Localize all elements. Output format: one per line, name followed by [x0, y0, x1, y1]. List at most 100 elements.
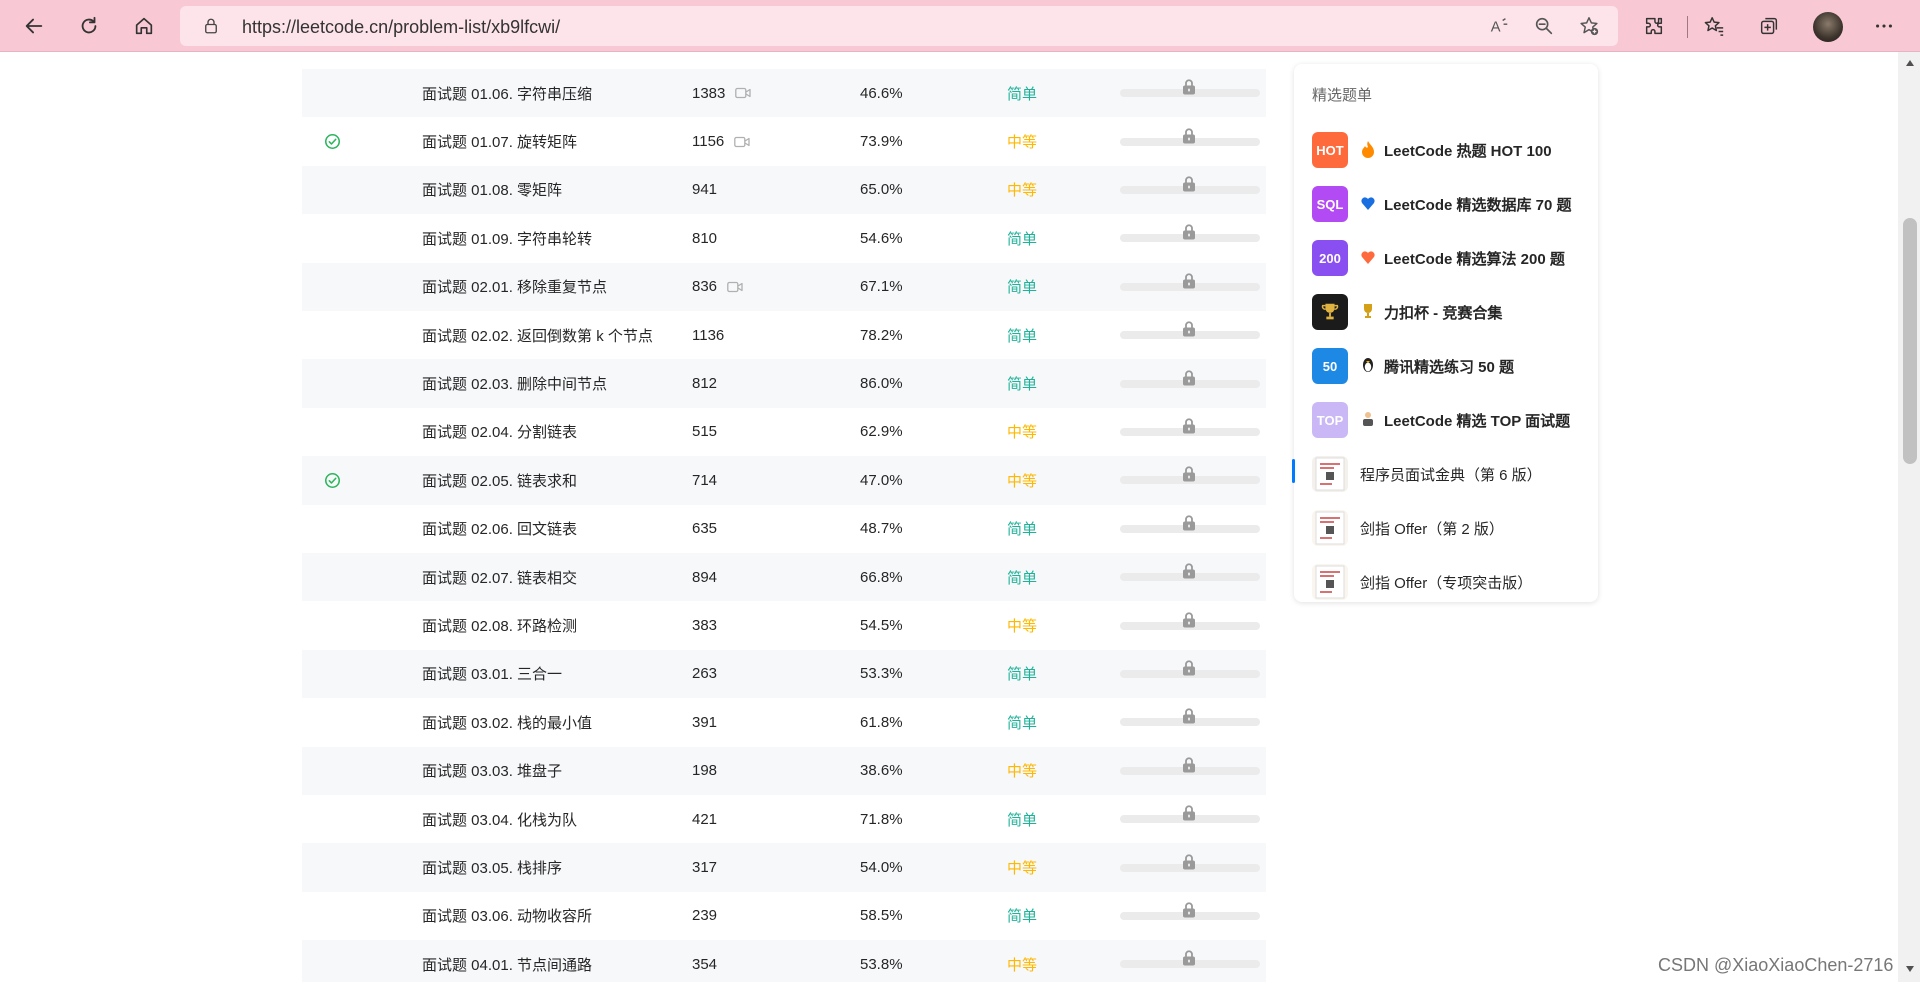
solutions-cell[interactable]: 239: [692, 892, 717, 940]
problem-title-link[interactable]: 面试题 02.08. 环路检测: [422, 601, 577, 649]
table-row[interactable]: 面试题 03.03. 堆盘子 198 38.6% 中等: [302, 746, 1266, 795]
solution-count[interactable]: 391: [692, 714, 717, 731]
solutions-cell[interactable]: 383: [692, 601, 717, 649]
featured-list-item[interactable]: 剑指 Offer（第 2 版）: [1294, 499, 1598, 553]
frequency-cell[interactable]: [1120, 69, 1260, 117]
frequency-cell[interactable]: [1120, 650, 1260, 698]
solutions-cell[interactable]: 941: [692, 166, 717, 214]
lock-icon[interactable]: [1180, 562, 1198, 580]
lock-icon[interactable]: [1180, 804, 1198, 822]
problem-title-link[interactable]: 面试题 02.04. 分割链表: [422, 408, 577, 456]
lock-icon[interactable]: [1180, 853, 1198, 871]
solutions-cell[interactable]: 391: [692, 698, 717, 746]
list-label[interactable]: 力扣杯 - 竞赛合集: [1384, 302, 1502, 323]
refresh-button[interactable]: [71, 8, 107, 44]
problem-title-link[interactable]: 面试题 03.02. 栈的最小值: [422, 698, 592, 746]
solution-count[interactable]: 198: [692, 762, 717, 779]
solutions-cell[interactable]: 354: [692, 940, 717, 982]
problem-title-link[interactable]: 面试题 01.09. 字符串轮转: [422, 214, 592, 262]
problem-title-link[interactable]: 面试题 03.04. 化栈为队: [422, 795, 577, 843]
frequency-cell[interactable]: [1120, 601, 1260, 649]
frequency-cell[interactable]: [1120, 456, 1260, 504]
frequency-cell[interactable]: [1120, 505, 1260, 553]
lock-icon[interactable]: [1180, 465, 1198, 483]
solution-count[interactable]: 1383: [692, 85, 725, 102]
table-row[interactable]: 面试题 02.01. 移除重复节点 836 67.1% 简单: [302, 262, 1266, 311]
problem-title-link[interactable]: 面试题 02.06. 回文链表: [422, 505, 577, 553]
solutions-cell[interactable]: 198: [692, 747, 717, 795]
problem-title-link[interactable]: 面试题 02.07. 链表相交: [422, 553, 577, 601]
problem-title-link[interactable]: 面试题 02.02. 返回倒数第 k 个节点: [422, 311, 653, 359]
solutions-cell[interactable]: 812: [692, 359, 717, 407]
list-label[interactable]: LeetCode 热题 HOT 100: [1384, 140, 1552, 161]
problem-title-link[interactable]: 面试题 03.03. 堆盘子: [422, 747, 562, 795]
problem-title-link[interactable]: 面试题 01.07. 旋转矩阵: [422, 117, 577, 165]
video-icon[interactable]: [727, 281, 743, 293]
table-row[interactable]: 面试题 04.01. 节点间通路 354 53.8% 中等: [302, 940, 1266, 982]
frequency-cell[interactable]: [1120, 214, 1260, 262]
problem-title-link[interactable]: 面试题 01.06. 字符串压缩: [422, 69, 592, 117]
solution-count[interactable]: 515: [692, 423, 717, 440]
problem-title-link[interactable]: 面试题 01.08. 零矩阵: [422, 166, 562, 214]
solution-count[interactable]: 383: [692, 617, 717, 634]
solution-count[interactable]: 1156: [692, 133, 724, 150]
lock-icon[interactable]: [1180, 369, 1198, 387]
collections-button[interactable]: [1751, 8, 1787, 44]
favorite-add-icon[interactable]: [1578, 15, 1600, 37]
featured-list-item[interactable]: TOP LeetCode 精选 TOP 面试题: [1294, 391, 1598, 445]
table-row[interactable]: 面试题 02.08. 环路检测 383 54.5% 中等: [302, 601, 1266, 649]
solution-count[interactable]: 1136: [692, 327, 724, 344]
solution-count[interactable]: 317: [692, 859, 717, 876]
solutions-cell[interactable]: 894: [692, 553, 717, 601]
video-icon[interactable]: [734, 136, 750, 148]
lock-icon[interactable]: [1180, 707, 1198, 725]
zoom-out-icon[interactable]: [1533, 15, 1555, 37]
settings-menu-button[interactable]: [1866, 8, 1902, 44]
address-bar[interactable]: https://leetcode.cn/problem-list/xb9lfcw…: [180, 6, 1618, 46]
read-aloud-icon[interactable]: A: [1488, 15, 1510, 37]
table-row[interactable]: 面试题 03.06. 动物收容所 239 58.5% 简单: [302, 892, 1266, 940]
lock-icon[interactable]: [1180, 320, 1198, 338]
problem-title-link[interactable]: 面试题 04.01. 节点间通路: [422, 940, 592, 982]
list-label[interactable]: 程序员面试金典（第 6 版）: [1360, 464, 1542, 485]
table-row[interactable]: 面试题 01.06. 字符串压缩 1383 46.6% 简单: [302, 69, 1266, 118]
frequency-cell[interactable]: [1120, 311, 1260, 359]
lock-icon[interactable]: [1180, 272, 1198, 290]
table-row[interactable]: 面试题 02.03. 删除中间节点 812 86.0% 简单: [302, 359, 1266, 408]
table-row[interactable]: 面试题 02.07. 链表相交 894 66.8% 简单: [302, 553, 1266, 602]
problem-title-link[interactable]: 面试题 03.01. 三合一: [422, 650, 562, 698]
problem-title-link[interactable]: 面试题 02.03. 删除中间节点: [422, 359, 607, 407]
solution-count[interactable]: 239: [692, 907, 717, 924]
lock-icon[interactable]: [1180, 223, 1198, 241]
list-label[interactable]: LeetCode 精选算法 200 题: [1384, 248, 1565, 269]
lock-icon[interactable]: [1180, 659, 1198, 677]
table-row[interactable]: 面试题 03.05. 栈排序 317 54.0% 中等: [302, 843, 1266, 892]
solution-count[interactable]: 894: [692, 569, 717, 586]
favorites-button[interactable]: [1696, 8, 1732, 44]
list-label[interactable]: LeetCode 精选 TOP 面试题: [1384, 410, 1570, 431]
list-label[interactable]: 剑指 Offer（第 2 版）: [1360, 518, 1504, 539]
problem-title-link[interactable]: 面试题 03.06. 动物收容所: [422, 892, 592, 940]
solutions-cell[interactable]: 635: [692, 505, 717, 553]
solution-count[interactable]: 354: [692, 956, 717, 973]
video-icon[interactable]: [735, 87, 752, 99]
solutions-cell[interactable]: 421: [692, 795, 717, 843]
solution-count[interactable]: 421: [692, 811, 717, 828]
solutions-cell[interactable]: 317: [692, 843, 717, 891]
solution-count[interactable]: 836: [692, 278, 717, 295]
frequency-cell[interactable]: [1120, 698, 1260, 746]
solutions-cell[interactable]: 263: [692, 650, 717, 698]
frequency-cell[interactable]: [1120, 117, 1260, 165]
table-row[interactable]: 面试题 03.02. 栈的最小值 391 61.8% 简单: [302, 698, 1266, 746]
lock-icon[interactable]: [1180, 127, 1198, 145]
table-row[interactable]: 面试题 01.09. 字符串轮转 810 54.6% 简单: [302, 214, 1266, 262]
solution-count[interactable]: 263: [692, 665, 717, 682]
frequency-cell[interactable]: [1120, 795, 1260, 843]
frequency-cell[interactable]: [1120, 166, 1260, 214]
lock-icon[interactable]: [1180, 417, 1198, 435]
list-label[interactable]: 剑指 Offer（专项突击版）: [1360, 572, 1532, 593]
problem-title-link[interactable]: 面试题 02.05. 链表求和: [422, 456, 577, 504]
solutions-cell[interactable]: 836: [692, 263, 743, 311]
frequency-cell[interactable]: [1120, 408, 1260, 456]
featured-list-item[interactable]: SQL LeetCode 精选数据库 70 题: [1294, 175, 1598, 229]
